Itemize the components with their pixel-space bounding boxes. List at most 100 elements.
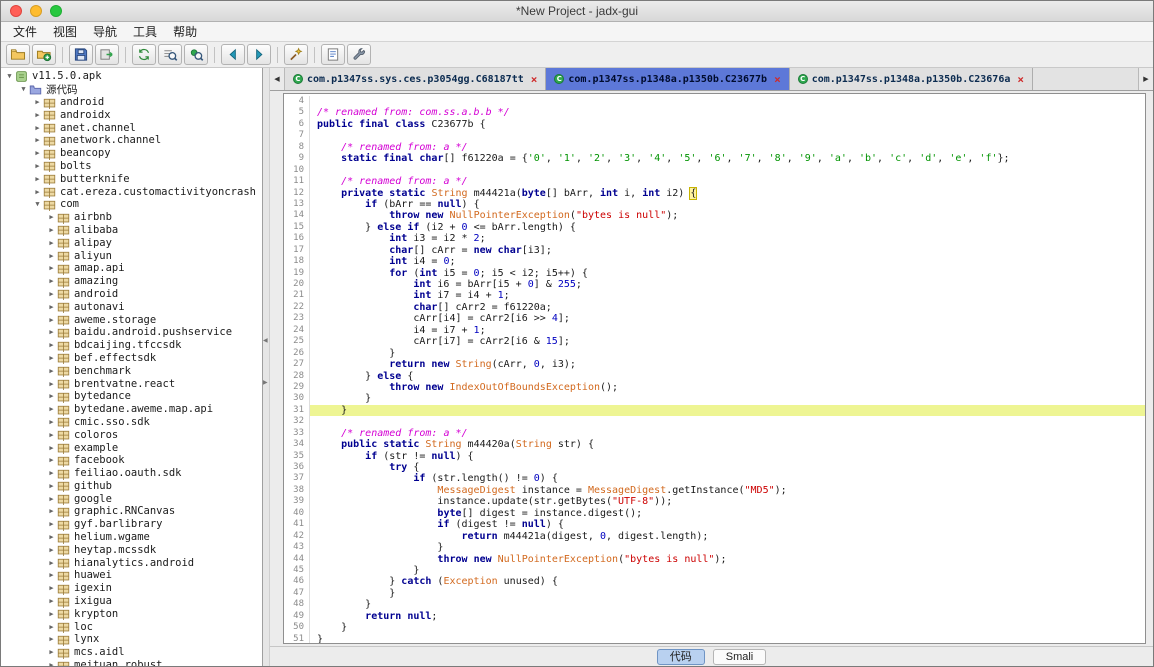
code-line[interactable]: 30 } [284,393,1145,405]
expand-icon[interactable]: ▶ [46,571,57,579]
expand-icon[interactable]: ▶ [46,354,57,362]
tree-node[interactable]: ▼ 源代码 [1,83,262,96]
tree-node[interactable]: ▶ alipay [1,236,262,250]
code-line[interactable]: 6 public final class C23677b { [284,118,1145,131]
zoom-window-button[interactable] [50,5,62,17]
code-line[interactable]: 50 } [284,622,1145,634]
code-line[interactable]: 20 int i6 = bArr[i5 + 0] & 255; [284,279,1145,291]
collapse-icon[interactable]: ▼ [18,85,29,93]
expand-icon[interactable]: ▶ [46,635,57,643]
expand-icon[interactable]: ▶ [46,392,57,400]
tree-node[interactable]: ▶ huawei [1,569,262,582]
code-line[interactable]: 43 } [284,542,1145,554]
export-code-button[interactable] [95,44,119,65]
expand-icon[interactable]: ▶ [46,444,57,452]
expand-icon[interactable]: ▶ [46,469,57,477]
tab[interactable]: Ccom.p1347ss.p1348a.p1350b.C23677b × [546,68,790,90]
tree-node[interactable]: ▶ amap.api [1,262,262,275]
tree-node[interactable]: ▶ coloros [1,428,262,442]
tree-node[interactable]: ▶ helium.wgame [1,531,262,544]
expand-icon[interactable]: ▶ [46,418,57,426]
splitter-collapse-right-icon[interactable]: ▶ [263,379,268,387]
expand-icon[interactable]: ▶ [46,584,57,592]
expand-icon[interactable]: ▶ [46,456,57,464]
code-line[interactable]: 4 [284,96,1145,108]
splitter-handle[interactable]: ◀ ▶ [263,68,270,666]
code-line[interactable]: 13 if (bArr == null) { [284,198,1145,211]
expand-icon[interactable]: ▶ [46,290,57,298]
tree-node[interactable]: ▶ google [1,492,262,506]
tree-node[interactable]: ▼ v11.5.0.apk [1,70,262,83]
sync-editor-button[interactable] [132,44,156,65]
tree-node[interactable]: ▶ bolts [1,160,262,173]
tree-node[interactable]: ▶ loc [1,620,262,634]
code-line[interactable]: 32 [284,416,1145,428]
expand-icon[interactable]: ▶ [32,149,43,157]
expand-icon[interactable]: ▶ [46,213,57,221]
tree-node[interactable]: ▶ ixigua [1,595,262,608]
code-line[interactable]: 51} [284,633,1145,643]
code-line[interactable]: 24 i4 = i7 + 1; [284,324,1145,337]
tree-node[interactable]: ▶ example [1,441,262,455]
code-line[interactable]: 25 cArr[i7] = cArr2[i6 & 15]; [284,336,1145,348]
code-line[interactable]: 36 try { [284,462,1145,474]
tree-node[interactable]: ▶ feiliao.oauth.sdk [1,467,262,480]
expand-icon[interactable]: ▶ [46,546,57,554]
tab-close-icon[interactable]: × [531,73,538,86]
code-line[interactable]: 28 } else { [284,370,1145,382]
tree-node[interactable]: ▶ aweme.storage [1,313,262,327]
code-line[interactable]: 41 if (digest != null) { [284,519,1145,531]
code-line[interactable]: 40 byte[] digest = instance.digest(); [284,507,1145,520]
expand-icon[interactable]: ▶ [46,252,57,260]
expand-icon[interactable]: ▶ [46,623,57,631]
tree-node[interactable]: ▶ android [1,96,262,109]
expand-icon[interactable]: ▶ [46,507,57,515]
code-editor[interactable]: 4 5 /* renamed from: com.ss.a.b.b */ 6 publi… [283,93,1146,644]
tree-node[interactable]: ▶ bef.effectsdk [1,352,262,365]
code-line[interactable]: 35 if (str != null) { [284,450,1145,462]
expand-icon[interactable]: ▶ [46,482,57,490]
save-all-button[interactable] [69,44,93,65]
tree-node[interactable]: ▶ bdcaijing.tfccsdk [1,339,262,352]
minimize-window-button[interactable] [30,5,42,17]
tree-node[interactable]: ▶ facebook [1,454,262,467]
code-line[interactable]: 21 int i7 = i4 + 1; [284,290,1145,302]
tree-node[interactable]: ▶ igexin [1,582,262,595]
tab-scroll-left-button[interactable]: ◀ [270,68,285,90]
code-line[interactable]: 33 /* renamed from: a */ [284,427,1145,440]
code-line[interactable]: 8 /* renamed from: a */ [284,141,1145,154]
expand-icon[interactable]: ▶ [46,520,57,528]
open-project-button[interactable] [6,44,30,65]
tree-node[interactable]: ▶ baidu.android.pushservice [1,326,262,339]
tree-node[interactable]: ▶ butterknife [1,172,262,186]
expand-icon[interactable]: ▶ [46,597,57,605]
tree-node[interactable]: ▶ heytap.mcssdk [1,543,262,557]
code-line[interactable]: 23 cArr[i4] = cArr2[i6 >> 4]; [284,313,1145,325]
tree-node[interactable]: ▶ anet.channel [1,121,262,135]
menu-item-view[interactable]: 视图 [45,22,85,41]
tree-node[interactable]: ▶ beancopy [1,147,262,160]
tab-scroll-right-button[interactable]: ▶ [1138,68,1153,90]
menu-item-help[interactable]: 帮助 [165,22,205,41]
expand-icon[interactable]: ▶ [46,495,57,503]
tree-node[interactable]: ▶ gyf.barlibrary [1,518,262,531]
expand-icon[interactable]: ▶ [46,226,57,234]
expand-icon[interactable]: ▶ [46,303,57,311]
code-line[interactable]: 38 MessageDigest instance = MessageDiges… [284,484,1145,497]
expand-icon[interactable]: ▶ [46,559,57,567]
expand-icon[interactable]: ▶ [46,380,57,388]
code-line[interactable]: 5 /* renamed from: com.ss.a.b.b */ [284,107,1145,119]
code-view-button[interactable]: 代码 [656,648,705,665]
add-files-button[interactable] [32,44,56,65]
tree-node[interactable]: ▼ com [1,198,262,211]
code-line[interactable]: 19 for (int i5 = 0; i5 < i2; i5++) { [284,267,1145,279]
expand-icon[interactable]: ▶ [32,111,43,119]
code-line[interactable]: 15 } else if (i2 + 0 <= bArr.length) { [284,221,1145,234]
code-line[interactable]: 22 char[] cArr2 = f61220a; [284,301,1145,314]
code-line[interactable]: 44 throw new NullPointerException("bytes… [284,553,1145,565]
code-line[interactable]: 48 } [284,599,1145,611]
tree-node[interactable]: ▶ cat.ereza.customactivityoncrash [1,185,262,199]
expand-icon[interactable]: ▶ [32,188,43,196]
tree-node[interactable]: ▶ android [1,288,262,301]
expand-icon[interactable]: ▶ [46,405,57,413]
